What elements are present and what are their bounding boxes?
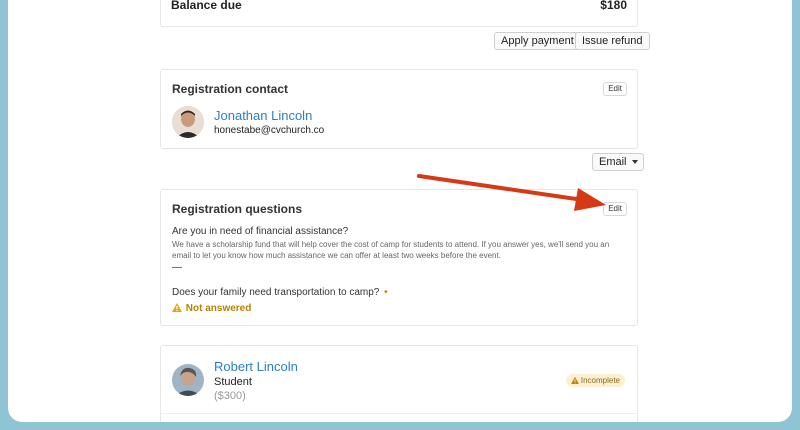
balance-card: Balance due $180 [160,0,638,27]
registration-contact-card: Registration contact Edit Jonathan Linco… [160,69,638,149]
email-dropdown-label: Email [599,156,627,168]
question-transportation: Does your family need transportation to … [172,287,388,298]
attendee-avatar-image [172,364,204,396]
question-transportation-text: Does your family need transportation to … [172,287,380,298]
not-answered-label: Not answered [185,303,252,314]
attendee-avatar [172,364,204,396]
incomplete-badge: Incomplete [565,374,625,387]
questions-edit-button[interactable]: Edit [603,202,627,216]
attendee-role: Student [214,376,252,388]
issue-refund-button[interactable]: Issue refund [575,32,650,50]
registration-questions-title: Registration questions [172,202,303,216]
incomplete-badge-label: Incomplete [580,376,620,385]
contact-avatar-image [172,106,204,138]
contact-avatar [172,106,204,138]
balance-amount: $180 [600,0,627,12]
attendee-amount: ($300) [214,390,246,402]
contact-name-link[interactable]: Jonathan Lincoln [214,108,312,123]
question-financial-help-text: We have a scholarship fund that will hel… [172,240,610,260]
balance-label: Balance due [171,0,242,12]
email-dropdown-button[interactable]: Email [592,153,644,171]
caret-down-icon [631,160,638,164]
apply-payment-button[interactable]: Apply payment [494,32,581,50]
warning-icon [172,303,182,312]
registration-contact-title: Registration contact [172,82,289,96]
contact-edit-button[interactable]: Edit [603,82,627,96]
contact-email: honestabe@cvchurch.co [214,125,325,136]
page-frame: Balance due $180 Apply payment Issue ref… [8,0,792,422]
attendee-divider [161,413,637,414]
warning-icon [570,377,579,384]
question-financial-assistance: Are you in need of financial assistance? [172,226,349,237]
attendee-card: Robert Lincoln Student ($300) Incomplete [160,345,638,422]
required-marker: • [384,287,388,298]
question-financial-answer: — [172,262,182,273]
not-answered-status: Not answered [172,303,251,314]
registration-questions-card: Registration questions Edit Are you in n… [160,189,638,326]
attendee-name-link[interactable]: Robert Lincoln [214,359,298,374]
